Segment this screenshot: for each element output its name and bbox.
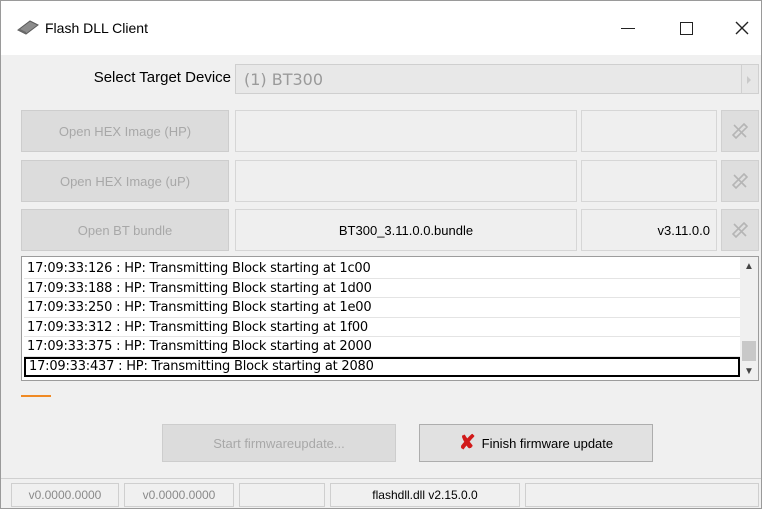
flash-dll-client-window: Flash DLL Client Select Target Device (1… <box>0 0 762 509</box>
log-line[interactable]: 17:09:33:188 : HP: Transmitting Block st… <box>24 279 740 299</box>
minimize-button[interactable] <box>599 1 657 55</box>
start-firmware-update-label: Start firmwareupdate... <box>213 435 345 451</box>
tools-icon <box>731 122 749 140</box>
close-icon <box>735 21 749 35</box>
log-list[interactable]: 17:09:33:126 : HP: Transmitting Block st… <box>21 256 759 381</box>
target-device-select[interactable]: (1) BT300 <box>235 64 745 94</box>
scroll-thumb[interactable] <box>742 341 756 361</box>
scroll-down-icon[interactable]: ▼ <box>740 362 758 380</box>
chevron-right-icon[interactable] <box>741 64 759 94</box>
open-hex-up-button[interactable]: Open HEX Image (uP) <box>21 160 229 202</box>
open-bt-bundle-button[interactable]: Open BT bundle <box>21 209 229 251</box>
bt-bundle-path-field: BT300_3.11.0.0.bundle <box>235 209 577 251</box>
window-title: Flash DLL Client <box>45 20 148 36</box>
start-firmware-update-button[interactable]: Start firmwareupdate... <box>162 424 396 462</box>
status-cell-up-version: v0.0000.0000 <box>124 483 234 507</box>
tools-icon <box>731 172 749 190</box>
clear-hex-up-button[interactable] <box>721 160 759 202</box>
status-bar: v0.0000.0000 v0.0000.0000 flashdll.dll v… <box>1 478 761 508</box>
hex-up-path-field <box>235 160 577 202</box>
flash-drive-icon <box>17 20 39 35</box>
finish-firmware-update-label: Finish firmware update <box>481 435 614 451</box>
hex-up-version-field <box>581 160 717 202</box>
red-x-icon: ✘ <box>458 432 476 454</box>
clear-hex-hp-button[interactable] <box>721 110 759 152</box>
log-line-selected[interactable]: 17:09:33:437 : HP: Transmitting Block st… <box>24 356 740 377</box>
status-cell-hp-version: v0.0000.0000 <box>11 483 119 507</box>
status-cell-dll-version: flashdll.dll v2.15.0.0 <box>330 483 520 507</box>
log-line[interactable]: 17:09:33:312 : HP: Transmitting Block st… <box>24 318 740 338</box>
log-line[interactable]: 17:09:33:250 : HP: Transmitting Block st… <box>24 298 740 318</box>
scroll-up-icon[interactable]: ▲ <box>740 257 758 275</box>
bt-bundle-version-field: v3.11.0.0 <box>581 209 717 251</box>
hex-hp-path-field <box>235 110 577 152</box>
open-hex-hp-button[interactable]: Open HEX Image (HP) <box>21 110 229 152</box>
log-line[interactable]: 17:09:33:375 : HP: Transmitting Block st… <box>24 337 740 357</box>
status-cell-empty <box>239 483 325 507</box>
clear-bt-bundle-button[interactable] <box>721 209 759 251</box>
status-cell-empty-2 <box>525 483 759 507</box>
maximize-icon <box>679 21 693 35</box>
progress-bar <box>21 393 759 399</box>
maximize-button[interactable] <box>657 1 715 55</box>
select-target-device-label: Select Target Device <box>93 69 231 86</box>
finish-firmware-update-button[interactable]: ✘ Finish firmware update <box>419 424 653 462</box>
minimize-icon <box>621 27 635 29</box>
tools-icon <box>731 221 749 239</box>
log-line[interactable]: 17:09:33:126 : HP: Transmitting Block st… <box>24 259 740 279</box>
title-bar[interactable]: Flash DLL Client <box>1 1 761 55</box>
progress-fill <box>21 395 51 397</box>
hex-hp-version-field <box>581 110 717 152</box>
log-lines: 17:09:33:126 : HP: Transmitting Block st… <box>24 259 740 377</box>
target-device-value: (1) BT300 <box>244 70 324 89</box>
log-scrollbar[interactable]: ▲ ▼ <box>740 257 758 380</box>
close-button[interactable] <box>713 1 762 55</box>
